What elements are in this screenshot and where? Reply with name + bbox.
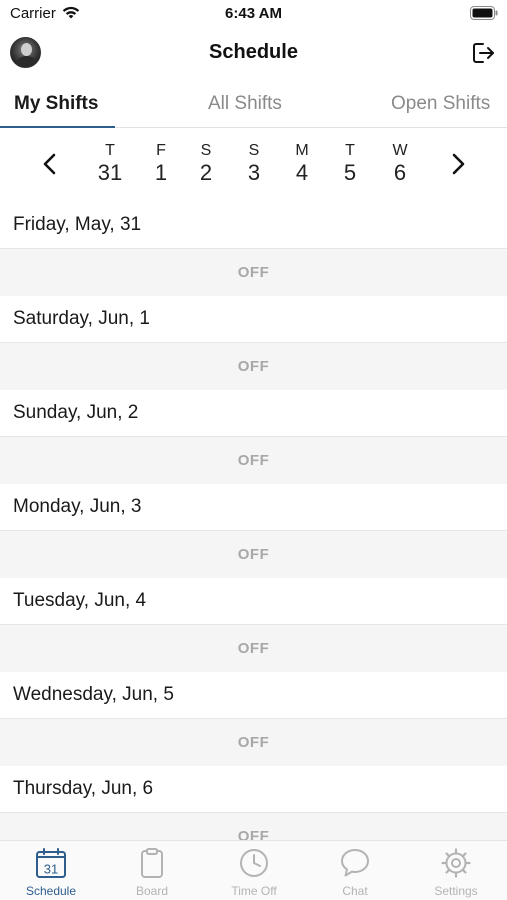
tab-bar-board[interactable]: Board	[112, 847, 192, 898]
week-strip: T 31 F 1 S 2 S 3 M 4 T 5 W 6	[0, 130, 507, 200]
day-header: Saturday, Jun, 1	[0, 296, 507, 343]
week-day-letter: S	[200, 142, 212, 159]
week-day[interactable]: W 6	[380, 142, 420, 186]
tab-bar-label: Settings	[434, 884, 478, 898]
shift-tabs: My Shifts All Shifts Open Shifts	[0, 80, 507, 128]
page-title: Schedule	[209, 41, 298, 63]
day-header: Sunday, Jun, 2	[0, 390, 507, 437]
day-header: Tuesday, Jun, 4	[0, 578, 507, 625]
tab-bar-label: Time Off	[231, 884, 277, 898]
day-header: Thursday, Jun, 6	[0, 766, 507, 813]
active-tab-underline	[0, 126, 115, 128]
off-status: OFF	[0, 437, 507, 484]
status-bar: Carrier 6:43 AM	[0, 0, 507, 30]
week-day-letter: T	[345, 142, 355, 159]
tab-all-shifts[interactable]: All Shifts	[208, 93, 282, 115]
clipboard-icon	[141, 848, 163, 878]
off-status: OFF	[0, 531, 507, 578]
tab-bar-label: Schedule	[25, 884, 77, 898]
bottom-tab-bar: 31 Schedule Board Time Off Chat Settings	[0, 840, 507, 900]
tab-bar-chat[interactable]: Chat	[315, 847, 395, 898]
off-status: OFF	[0, 719, 507, 766]
week-day-letter: M	[295, 142, 309, 159]
chevron-left-icon[interactable]	[38, 150, 62, 178]
week-day[interactable]: T 31	[90, 142, 130, 186]
day-header: Wednesday, Jun, 5	[0, 672, 507, 719]
week-day[interactable]: S 3	[234, 142, 274, 186]
battery-icon	[470, 6, 498, 20]
gear-icon	[441, 848, 471, 878]
logout-icon[interactable]	[470, 40, 496, 66]
tab-my-shifts[interactable]: My Shifts	[14, 93, 98, 115]
calendar-icon: 31	[36, 848, 66, 878]
off-status: OFF	[0, 813, 507, 840]
week-day-letter: S	[248, 142, 260, 159]
week-day[interactable]: S 2	[186, 142, 226, 186]
tab-bar-label: Chat	[342, 884, 368, 898]
week-day[interactable]: T 5	[330, 142, 370, 186]
week-day-date: 5	[343, 160, 357, 185]
week-day-date: 31	[97, 160, 123, 185]
week-day-date: 1	[154, 160, 168, 185]
week-day-date: 3	[247, 160, 261, 185]
day-header: Monday, Jun, 3	[0, 484, 507, 531]
calendar-badge: 31	[44, 862, 58, 877]
off-status: OFF	[0, 249, 507, 296]
off-status: OFF	[0, 625, 507, 672]
off-status: OFF	[0, 343, 507, 390]
week-day-letter: T	[105, 142, 115, 159]
week-day-date: 6	[393, 160, 407, 185]
week-day[interactable]: F 1	[141, 142, 181, 186]
schedule-list[interactable]: Friday, May, 31 OFF Saturday, Jun, 1 OFF…	[0, 202, 507, 840]
chevron-right-icon[interactable]	[446, 150, 470, 178]
day-header: Friday, May, 31	[0, 202, 507, 249]
week-day-date: 2	[199, 160, 213, 185]
tab-bar-label: Board	[135, 884, 169, 898]
chat-bubble-icon	[341, 849, 369, 877]
week-day-date: 4	[295, 160, 309, 185]
week-day-letter: F	[156, 142, 166, 159]
tab-bar-schedule[interactable]: 31 Schedule	[11, 847, 91, 898]
week-day-letter: W	[392, 142, 408, 159]
tab-open-shifts[interactable]: Open Shifts	[391, 93, 490, 115]
clock-icon	[240, 849, 268, 877]
nav-bar: Schedule	[0, 30, 507, 78]
week-day[interactable]: M 4	[282, 142, 322, 186]
tab-bar-time-off[interactable]: Time Off	[214, 847, 294, 898]
tab-bar-settings[interactable]: Settings	[416, 847, 496, 898]
status-time: 6:43 AM	[225, 5, 282, 22]
